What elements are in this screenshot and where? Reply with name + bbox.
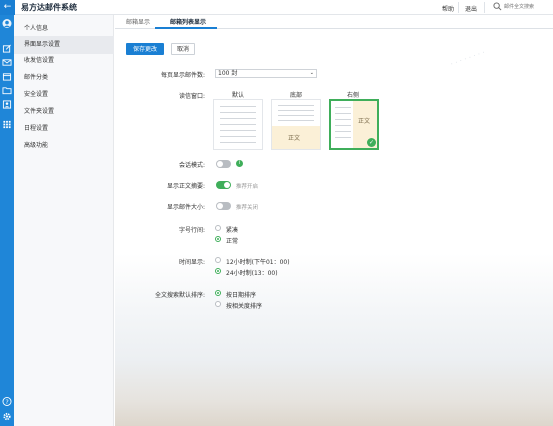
time-12h-label[interactable]: 12小时制(下午01：00) bbox=[226, 257, 290, 266]
time-24h-label[interactable]: 24小时制(13：00) bbox=[226, 268, 278, 277]
pane-label: 正文 bbox=[288, 135, 301, 142]
sort-by-relevance-label[interactable]: 按相关度排序 bbox=[226, 301, 262, 310]
avatar-icon[interactable] bbox=[2, 19, 12, 28]
conversation-toggle[interactable] bbox=[216, 160, 231, 168]
time-24h-radio[interactable] bbox=[215, 268, 221, 274]
app-title: 易方达邮件系统 bbox=[21, 3, 77, 12]
menu-item-folders[interactable]: 文件夹设置 bbox=[14, 103, 114, 121]
settings-icon[interactable] bbox=[2, 412, 12, 421]
line-spacing-label: 字号行间: bbox=[178, 227, 205, 234]
svg-text:?: ? bbox=[5, 399, 8, 406]
back-icon[interactable]: ← bbox=[0, 0, 15, 15]
layout-default-title: 默认 bbox=[231, 92, 244, 99]
save-button[interactable]: 保存更改 bbox=[126, 43, 164, 55]
menu-item-security[interactable]: 安全设置 bbox=[14, 86, 114, 104]
sort-by-date-label[interactable]: 按日期排序 bbox=[226, 290, 256, 299]
help-icon[interactable]: ? bbox=[2, 397, 12, 406]
time-format-label: 时间显示: bbox=[178, 259, 205, 266]
calendar-icon[interactable] bbox=[2, 72, 12, 81]
size-toggle[interactable] bbox=[216, 202, 231, 210]
layout-right-option[interactable]: 正文 ✓ bbox=[329, 99, 379, 150]
layout-bottom-title: 底部 bbox=[289, 92, 302, 99]
summary-label: 显示正文摘要: bbox=[166, 183, 205, 190]
summary-hint: 推荐开启 bbox=[236, 184, 259, 190]
contacts-icon[interactable] bbox=[2, 100, 12, 109]
pane-label: 正文 bbox=[358, 118, 371, 125]
line-spacing-compact-radio[interactable] bbox=[215, 225, 221, 231]
folder-icon[interactable] bbox=[2, 86, 12, 95]
cancel-button[interactable]: 取消 bbox=[171, 43, 195, 55]
watermark: · · · · · · · · bbox=[449, 49, 487, 68]
info-icon[interactable]: i bbox=[236, 160, 243, 167]
menu-item-calendar[interactable]: 日程设置 bbox=[14, 120, 114, 138]
divider bbox=[484, 2, 485, 13]
compose-icon[interactable] bbox=[2, 44, 12, 53]
top-bar: ← 易方达邮件系统 帮助 退出 bbox=[0, 0, 553, 15]
conversation-label: 会话模式: bbox=[178, 162, 205, 169]
help-link[interactable]: 帮助 bbox=[442, 4, 454, 13]
menu-item-send-receive[interactable]: 收发信设置 bbox=[14, 52, 114, 70]
sort-by-date-radio[interactable] bbox=[215, 290, 221, 296]
layout-bottom-option[interactable]: 正文 bbox=[271, 99, 321, 150]
summary-toggle[interactable] bbox=[216, 181, 231, 189]
mail-icon[interactable] bbox=[2, 58, 12, 67]
search-box[interactable] bbox=[493, 1, 553, 14]
layout-default-option[interactable] bbox=[213, 99, 263, 150]
preview-pane: 正文 bbox=[272, 126, 320, 149]
menu-item-advanced[interactable]: 高级功能 bbox=[14, 137, 114, 155]
icon-rail: ? bbox=[0, 15, 14, 426]
line-spacing-normal-radio[interactable] bbox=[215, 236, 221, 242]
active-tab-indicator bbox=[155, 27, 217, 29]
per-page-value: 100 封 bbox=[218, 70, 238, 77]
line-spacing-compact-label[interactable]: 紧凑 bbox=[226, 225, 238, 234]
tab-mail-list-display[interactable]: 邮箱列表显示 bbox=[170, 17, 206, 26]
per-page-label: 每页显示邮件数: bbox=[160, 72, 205, 79]
chevron-down-icon: ⌄ bbox=[309, 70, 314, 76]
sort-by-relevance-radio[interactable] bbox=[215, 301, 221, 307]
search-input[interactable] bbox=[504, 2, 552, 12]
settings-content: · · · · · · · · 邮箱显示 邮箱列表显示 保存更改 取消 每页显示… bbox=[115, 15, 553, 426]
per-page-select[interactable]: 100 封 ⌄ bbox=[215, 69, 317, 78]
search-sort-label: 全文搜索默认排序: bbox=[154, 292, 205, 299]
tab-bar: 邮箱显示 邮箱列表显示 bbox=[115, 15, 553, 29]
logout-link[interactable]: 退出 bbox=[465, 4, 477, 13]
line-spacing-normal-label[interactable]: 正常 bbox=[226, 236, 238, 245]
divider bbox=[458, 2, 459, 13]
check-icon: ✓ bbox=[367, 138, 376, 147]
time-12h-radio[interactable] bbox=[215, 257, 221, 263]
layout-right-title: 右侧 bbox=[346, 92, 359, 99]
size-label: 显示邮件大小: bbox=[166, 204, 205, 211]
size-hint: 推荐关闭 bbox=[236, 205, 259, 211]
tab-mailbox-display[interactable]: 邮箱显示 bbox=[126, 17, 150, 26]
apps-grid-icon[interactable] bbox=[2, 120, 12, 129]
search-icon[interactable] bbox=[493, 2, 502, 11]
menu-item-categories[interactable]: 邮件分类 bbox=[14, 69, 114, 87]
reading-pane-label: 读信窗口: bbox=[178, 93, 205, 100]
settings-menu: 个人信息 界面显示设置 收发信设置 邮件分类 安全设置 文件夹设置 日程设置 高… bbox=[14, 15, 114, 426]
